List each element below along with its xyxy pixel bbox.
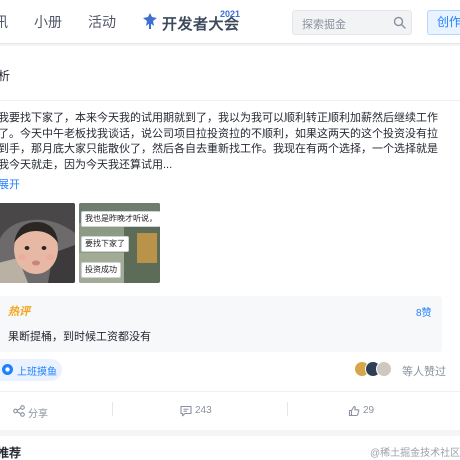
create-button[interactable]: 创作 [427,10,460,35]
actions-divider [0,391,460,392]
meme-bubble-2: 要找下家了 [81,236,129,252]
nav-item-events[interactable]: 活动 [88,13,116,31]
post-card: 我要找下家了，本来今天我的试用期就到了，我以为我可以顺利转正顺利加薪然后继续工作… [0,100,460,430]
avatar [376,361,392,377]
post-image-baby[interactable] [0,203,75,283]
circle-icon [2,364,13,375]
share-label: 分享 [28,409,48,420]
conference-logo-icon [143,13,157,29]
circle-tag[interactable]: 上班摸鱼 [0,359,62,381]
expand-link[interactable]: 展开 [0,176,20,192]
nav-item-booklets[interactable]: 小册 [34,13,62,31]
search-input[interactable]: 探索掘金 [292,10,412,35]
search-icon[interactable] [393,16,406,29]
hot-comment-text: 果断提桶，到时候工资都没有 [8,331,151,343]
page-title: 析 [0,69,11,83]
hot-comment[interactable]: 热评 8赞 果断提桶，到时候工资都没有 [0,296,442,352]
baby-photo-icon [0,203,75,283]
nav-item-news[interactable]: 讯 [0,13,8,31]
page-header: 析 [0,46,460,100]
liker-avatars[interactable] [354,361,402,379]
comment-icon [180,405,192,417]
top-navigation: 讯 小册 活动 开发者大会 2021 探索掘金 创作 [0,0,460,44]
share-icon [13,405,25,417]
action-separator [287,402,288,416]
hot-comment-likes[interactable]: 8赞 [416,304,432,319]
likers-text: 等人赞过 [402,366,446,378]
next-post-title: 推荐 [0,446,22,460]
post-content: 我要找下家了，本来今天我的试用期就到了，我以为我可以顺利转正顺利加薪然后继续工作… [0,112,438,171]
circle-tag-label: 上班摸鱼 [17,367,57,378]
meme-bubble-3: 投资成功 [81,262,121,278]
post-image-meme[interactable]: 我也是昨晚才听说， 要找下家了 投资成功 [79,203,160,283]
meme-bubble-1: 我也是昨晚才听说， [81,211,160,227]
comment-count: 243 [195,405,212,416]
watermark: @稀土掘金技术社区 [370,448,460,459]
thumbs-up-icon [348,405,360,417]
search-placeholder: 探索掘金 [302,19,346,31]
hot-comment-tag: 热评 [8,306,30,318]
action-separator [112,402,113,416]
like-count: 29 [363,405,375,416]
conference-year: 2021 [220,9,241,19]
